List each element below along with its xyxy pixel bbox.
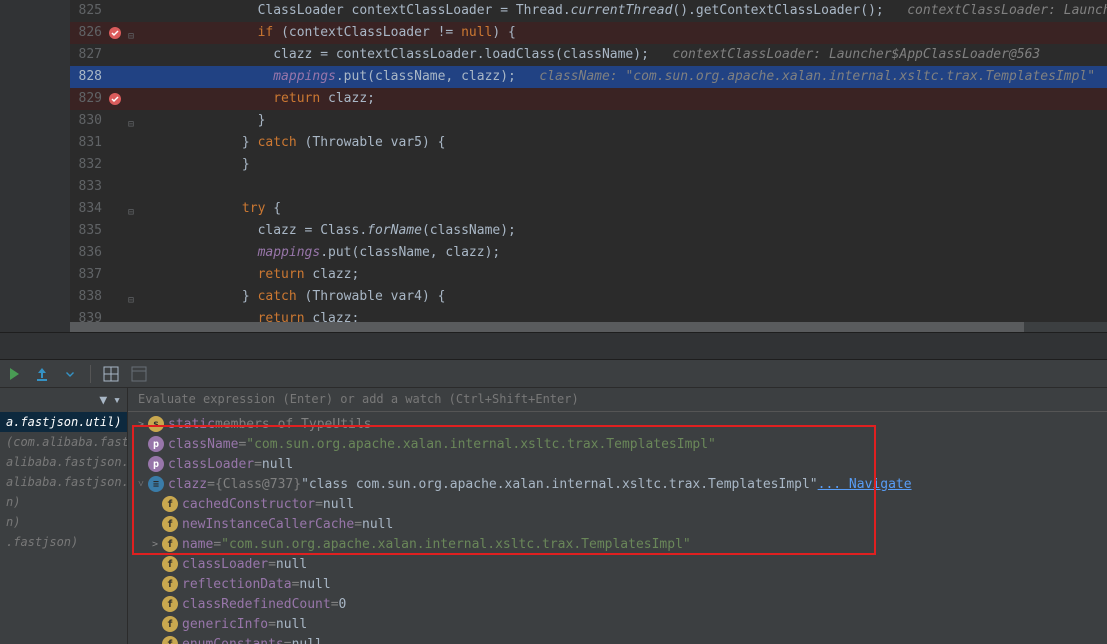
grid-icon[interactable] [103,366,119,382]
upload-icon[interactable] [34,366,50,382]
line-number: 830 [70,110,108,132]
code-line[interactable]: 834⊟ try { [70,198,1107,220]
expand-arrow[interactable]: ˅ [134,479,148,490]
variable-row[interactable]: fclassRedefinedCount = 0 [128,594,1107,614]
stack-frame[interactable]: a.fastjson.util) [0,412,127,432]
code-text: } catch (Throwable var4) { [70,289,445,304]
line-number: 832 [70,154,108,176]
variable-row[interactable]: fcachedConstructor = null [128,494,1107,514]
var-type-icon: f [162,556,178,572]
line-number: 835 [70,220,108,242]
debug-toolbar [0,360,1107,388]
code-text: mappings.put(className, clazz); [70,245,500,260]
line-number: 828 [70,66,108,88]
frames-panel: ▼ ▾ a.fastjson.util)(com.alibaba.fastjso… [0,388,128,644]
toolbar-separator [90,365,91,383]
code-line[interactable]: 828 mappings.put(className, clazz); clas… [70,66,1107,88]
var-type-icon: ≡ [148,476,164,492]
code-text: ClassLoader contextClassLoader = Thread.… [70,3,1107,18]
variable-row[interactable]: >sstatic members of TypeUtils [128,414,1107,434]
var-type-icon: f [162,576,178,592]
layout-icon[interactable] [131,366,147,382]
filter-icon[interactable]: ▼ [99,393,107,408]
gutter [0,0,70,332]
breakpoint-icon[interactable] [108,92,122,106]
stack-frame[interactable]: n) [0,492,127,512]
stack-frame[interactable]: .fastjson) [0,532,127,552]
stack-frame[interactable]: alibaba.fastjson.parse [0,472,127,492]
code-line[interactable]: 832 } [70,154,1107,176]
var-type-icon: f [162,536,178,552]
variable-row[interactable]: pclassLoader = null [128,454,1107,474]
line-number: 838 [70,286,108,308]
panel-splitter[interactable] [0,332,1107,360]
line-number: 826 [70,22,108,44]
code-line[interactable]: 831 } catch (Throwable var5) { [70,132,1107,154]
code-line[interactable]: 836 mappings.put(className, clazz); [70,242,1107,264]
variable-row[interactable]: ˅≡clazz = {Class@737} "class com.sun.org… [128,474,1107,494]
var-type-icon: p [148,436,164,452]
code-line[interactable]: 825 ClassLoader contextClassLoader = Thr… [70,0,1107,22]
rerun-icon[interactable] [6,366,22,382]
line-number: 834 [70,198,108,220]
var-type-icon: f [162,596,178,612]
line-number: 829 [70,88,108,110]
watch-input[interactable]: Evaluate expression (Enter) or add a wat… [128,388,1107,412]
variable-row[interactable]: fgenericInfo = null [128,614,1107,634]
variable-row[interactable]: freflectionData = null [128,574,1107,594]
code-text: clazz = Class.forName(className); [70,223,516,238]
code-editor[interactable]: 825 ClassLoader contextClassLoader = Thr… [0,0,1107,332]
var-type-icon: p [148,456,164,472]
code-line[interactable]: 827 clazz = contextClassLoader.loadClass… [70,44,1107,66]
code-line[interactable]: 829 return clazz; [70,88,1107,110]
variable-row[interactable]: fenumConstants = null [128,634,1107,644]
stack-frame[interactable]: n) [0,512,127,532]
code-text: } catch (Throwable var5) { [70,135,445,150]
code-line[interactable]: 837 return clazz; [70,264,1107,286]
code-text: clazz = contextClassLoader.loadClass(cla… [70,47,1040,62]
line-number: 836 [70,242,108,264]
var-type-icon: f [162,516,178,532]
code-text: mappings.put(className, clazz); classNam… [70,69,1095,84]
code-line[interactable]: 835 clazz = Class.forName(className); [70,220,1107,242]
code-line[interactable]: 826⊟ if (contextClassLoader != null) { [70,22,1107,44]
dropdown-icon[interactable]: ▾ [113,393,121,408]
line-number: 827 [70,44,108,66]
code-text: if (contextClassLoader != null) { [70,25,516,40]
variable-row[interactable]: fnewInstanceCallerCache = null [128,514,1107,534]
stack-frame[interactable]: alibaba.fastjson.parse [0,452,127,472]
step-into-icon[interactable] [62,366,78,382]
breakpoint-icon[interactable] [108,26,122,40]
expand-arrow[interactable]: > [148,539,162,550]
stack-frame[interactable]: (com.alibaba.fastjson [0,432,127,452]
code-line[interactable]: 830⊟ } [70,110,1107,132]
horizontal-scrollbar[interactable] [70,322,1107,332]
code-line[interactable]: 833 [70,176,1107,198]
line-number: 825 [70,0,108,22]
var-type-icon: f [162,496,178,512]
line-number: 837 [70,264,108,286]
line-number: 831 [70,132,108,154]
variables-panel: Evaluate expression (Enter) or add a wat… [128,388,1107,644]
expand-arrow[interactable]: > [134,419,148,430]
variable-row[interactable]: pclassName = "com.sun.org.apache.xalan.i… [128,434,1107,454]
variable-row[interactable]: fclassLoader = null [128,554,1107,574]
var-type-icon: s [148,416,164,432]
var-type-icon: f [162,636,178,644]
code-text: return clazz; [70,267,359,282]
line-number: 833 [70,176,108,198]
scrollbar-thumb[interactable] [70,322,1024,332]
var-type-icon: f [162,616,178,632]
variable-row[interactable]: >fname = "com.sun.org.apache.xalan.inter… [128,534,1107,554]
code-line[interactable]: 838⊟ } catch (Throwable var4) { [70,286,1107,308]
